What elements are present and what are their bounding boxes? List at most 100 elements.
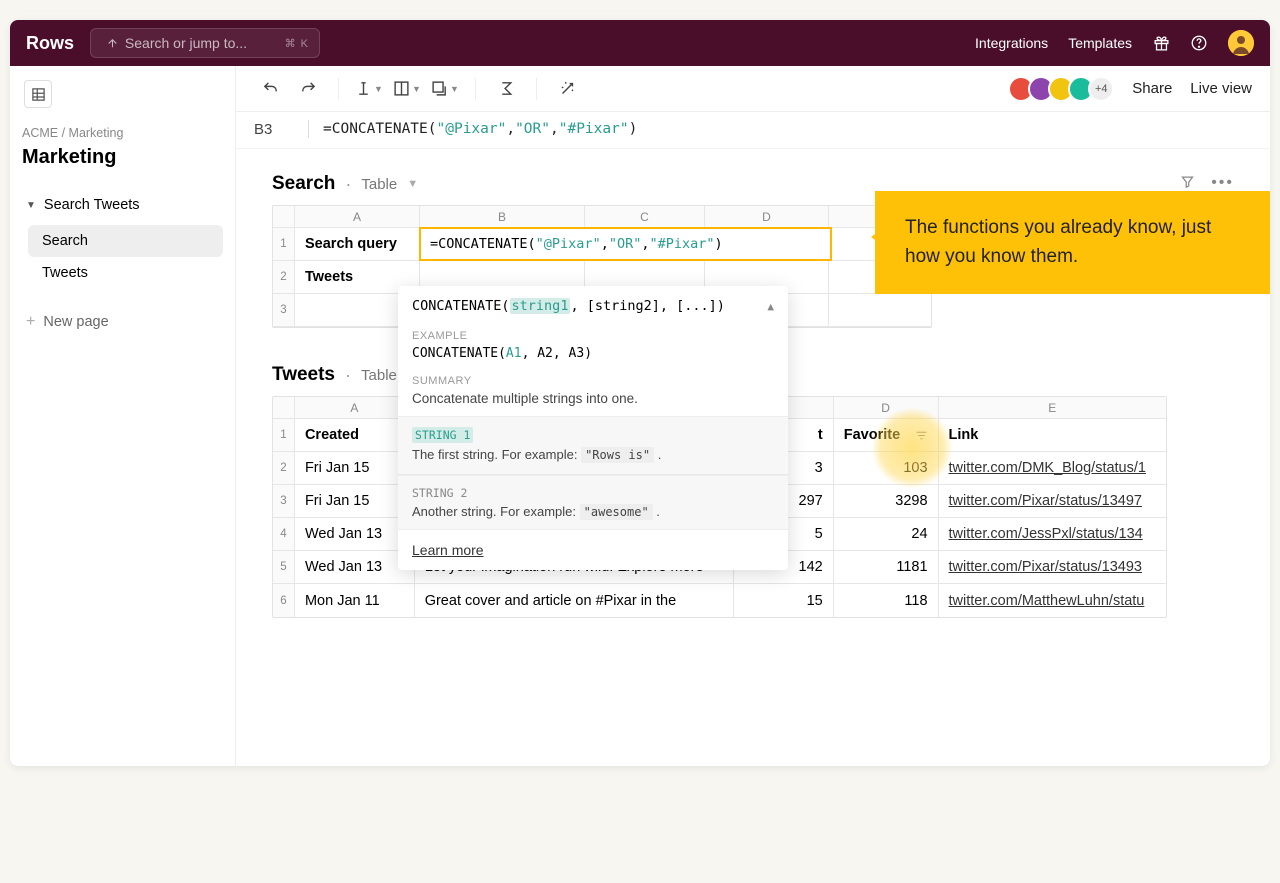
plus-icon: + <box>26 313 35 331</box>
row-num[interactable]: 6 <box>273 584 295 617</box>
content: ▼ ▼ ▼ +4 Share Live view <box>236 66 1270 766</box>
cell-created[interactable]: Mon Jan 11 <box>295 584 415 617</box>
sum-button[interactable] <box>490 73 522 105</box>
cell-link[interactable]: twitter.com/JessPxl/status/134 <box>939 518 1166 550</box>
cell-text[interactable]: Great cover and article on #Pixar in the <box>415 584 734 617</box>
cell-link[interactable]: twitter.com/Pixar/status/13493 <box>939 551 1166 583</box>
row-num[interactable]: 4 <box>273 518 295 550</box>
undo-button[interactable] <box>254 73 286 105</box>
cell-fav[interactable]: 1181 <box>834 551 939 583</box>
formula-autocomplete: CONCATENATE(string1, [string2], [...]) ▲… <box>398 286 788 570</box>
cell-link[interactable]: twitter.com/DMK_Blog/status/1 <box>939 452 1166 484</box>
formula-input[interactable]: =CONCATENATE("@Pixar","OR","#Pixar") <box>323 121 637 137</box>
toolbar: ▼ ▼ ▼ +4 Share Live view <box>236 66 1270 112</box>
row-num[interactable]: 3 <box>273 485 295 517</box>
cell-a1[interactable]: Search query <box>295 228 420 260</box>
cell-b1-editing[interactable]: =CONCATENATE("@Pixar","OR","#Pixar") <box>420 228 831 260</box>
breadcrumb[interactable]: ACME / Marketing <box>22 126 223 140</box>
topbar-right: Integrations Templates <box>975 30 1254 56</box>
sidebar: ACME / Marketing Marketing ▼ Search Twee… <box>10 66 236 766</box>
cell-rt[interactable]: 15 <box>734 584 834 617</box>
new-page-button[interactable]: + New page <box>22 307 223 337</box>
filter-icon <box>915 429 928 442</box>
learn-more-link[interactable]: Learn more <box>398 529 788 570</box>
search-grid[interactable]: A B C D 1 Search query =CONCATENATE("@Pi… <box>272 205 932 328</box>
templates-link[interactable]: Templates <box>1068 35 1132 51</box>
global-search[interactable]: Search or jump to... ⌘ K <box>90 28 320 58</box>
search-view-mode[interactable]: Table <box>361 176 397 193</box>
avatar-more: +4 <box>1088 76 1114 102</box>
search-section-title: Search <box>272 173 335 195</box>
integrations-link[interactable]: Integrations <box>975 35 1048 51</box>
share-button[interactable]: Share <box>1132 80 1172 97</box>
cell-link[interactable]: twitter.com/MatthewLuhn/statu <box>939 584 1166 617</box>
cell-created[interactable]: Fri Jan 15 <box>295 485 415 517</box>
caret-up-icon[interactable]: ▲ <box>767 300 774 313</box>
ac-summary: Concatenate multiple strings into one. <box>412 391 774 406</box>
col-header-d[interactable]: D <box>834 397 939 418</box>
separator <box>338 78 339 100</box>
ac-param-2: STRING 2 Another string. For example: "a… <box>398 475 788 529</box>
row-num[interactable]: 2 <box>273 261 295 293</box>
page-title: Marketing <box>22 146 223 169</box>
table-row: 6Mon Jan 11Great cover and article on #P… <box>273 584 1166 617</box>
callout-tooltip: The functions you already know, just how… <box>875 191 1270 294</box>
row-num[interactable]: 1 <box>273 419 295 451</box>
logo: Rows <box>26 33 74 54</box>
ac-example: CONCATENATE(A1, A2, A3) <box>412 346 774 361</box>
sheet-icon[interactable] <box>24 80 52 108</box>
cell-link[interactable]: twitter.com/Pixar/status/13497 <box>939 485 1166 517</box>
text-format-button[interactable]: ▼ <box>353 73 385 105</box>
col-header-a[interactable]: A <box>295 397 415 418</box>
layout-button[interactable]: ▼ <box>391 73 423 105</box>
col-header-a[interactable]: A <box>295 206 420 227</box>
col-header-e[interactable]: E <box>939 397 1166 418</box>
user-avatar[interactable] <box>1228 30 1254 56</box>
header-created[interactable]: Created <box>295 419 415 451</box>
cell-created[interactable]: Wed Jan 13 <box>295 551 415 583</box>
topbar: Rows Search or jump to... ⌘ K Integratio… <box>10 20 1270 66</box>
header-link[interactable]: Link <box>939 419 1166 451</box>
nav-item-tweets[interactable]: Tweets <box>28 257 223 289</box>
new-page-label: New page <box>43 314 108 330</box>
row-num[interactable]: 2 <box>273 452 295 484</box>
tweets-section-title: Tweets <box>272 364 335 386</box>
live-view-button[interactable]: Live view <box>1190 80 1252 97</box>
sheet-area: The functions you already know, just how… <box>236 149 1270 658</box>
cell-fav[interactable]: 103 <box>834 452 939 484</box>
nav-group-label: Search Tweets <box>44 197 140 213</box>
nav-group-search-tweets[interactable]: ▼ Search Tweets <box>22 191 223 219</box>
col-header-d[interactable]: D <box>705 206 829 227</box>
corner-cell <box>273 206 295 227</box>
ac-summary-label: SUMMARY <box>412 375 774 387</box>
formula-bar: B3 =CONCATENATE("@Pixar","OR","#Pixar") <box>236 112 1270 149</box>
presence-avatars[interactable]: +4 <box>1008 76 1114 102</box>
redo-button[interactable] <box>292 73 324 105</box>
cell-fav[interactable]: 3298 <box>834 485 939 517</box>
main-area: ACME / Marketing Marketing ▼ Search Twee… <box>10 66 1270 766</box>
insert-button[interactable]: ▼ <box>429 73 461 105</box>
toolbar-right: +4 Share Live view <box>1008 76 1252 102</box>
row-num[interactable]: 5 <box>273 551 295 583</box>
separator <box>475 78 476 100</box>
cell-created[interactable]: Wed Jan 13 <box>295 518 415 550</box>
magic-button[interactable] <box>551 73 583 105</box>
row-num[interactable]: 1 <box>273 228 295 260</box>
cell-fav[interactable]: 24 <box>834 518 939 550</box>
corner-cell <box>273 397 295 418</box>
header-favorite[interactable]: Favorite <box>834 419 939 451</box>
ac-example-label: EXAMPLE <box>412 330 774 342</box>
search-kbd: ⌘ K <box>285 37 309 50</box>
cell-created[interactable]: Fri Jan 15 <box>295 452 415 484</box>
gift-icon[interactable] <box>1152 34 1170 52</box>
ac-param-1: STRING 1 The first string. For example: … <box>398 416 788 475</box>
cell-fav[interactable]: 118 <box>834 584 939 617</box>
nav-item-search[interactable]: Search <box>28 225 223 257</box>
row-num[interactable]: 3 <box>273 294 295 326</box>
cell[interactable] <box>829 294 931 326</box>
cell-reference[interactable]: B3 <box>254 121 294 138</box>
tweets-view-mode[interactable]: Table <box>361 367 397 384</box>
col-header-c[interactable]: C <box>585 206 705 227</box>
col-header-b[interactable]: B <box>420 206 585 227</box>
help-icon[interactable] <box>1190 34 1208 52</box>
